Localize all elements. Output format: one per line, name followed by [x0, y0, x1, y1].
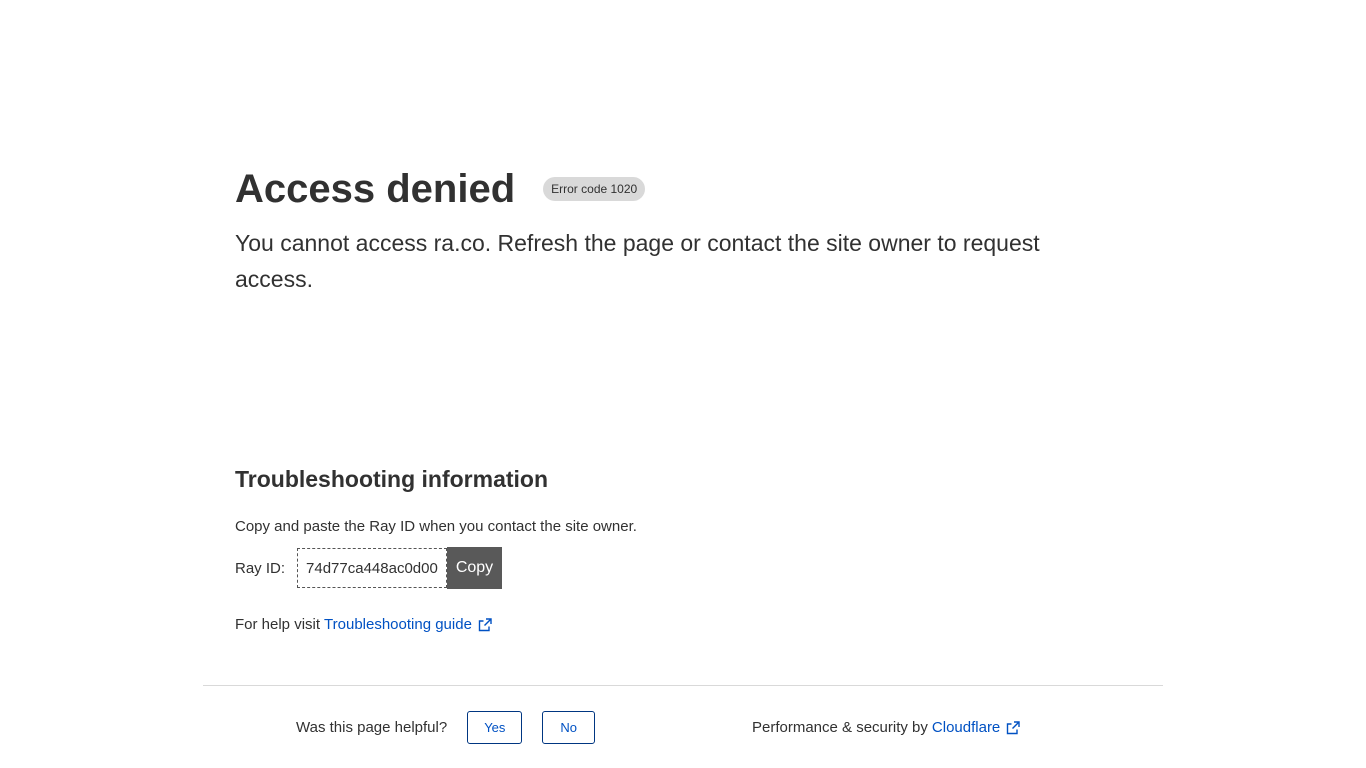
troubleshooting-heading: Troubleshooting information	[235, 466, 549, 492]
ray-id-label: Ray ID:	[235, 559, 286, 577]
cloudflare-link-label: Cloudflare	[931, 719, 1001, 736]
ray-id-value[interactable]: 74d77ca448ac0d00	[297, 548, 447, 588]
external-link-icon	[1007, 720, 1020, 734]
error-page: Access denied Error code 1020 You cannot…	[0, 0, 1366, 768]
feedback-yes-button[interactable]: Yes	[467, 711, 523, 744]
copy-button[interactable]: Copy	[446, 547, 503, 589]
help-prefix: For help visit	[235, 616, 321, 633]
external-link-icon	[478, 617, 492, 631]
performance-prefix: Performance & security by	[752, 719, 928, 736]
feedback-section: Was this page helpful? Yes No	[296, 711, 596, 744]
footer-divider	[203, 685, 1163, 686]
cloudflare-link[interactable]: Cloudflare	[932, 719, 1020, 736]
help-row: For help visit Troubleshooting guide	[235, 616, 492, 633]
troubleshooting-guide-label: Troubleshooting guide	[324, 616, 472, 633]
error-description: You cannot access ra.co. Refresh the pag…	[235, 230, 1040, 292]
copy-hint: Copy and paste the Ray ID when you conta…	[235, 518, 637, 535]
feedback-question: Was this page helpful?	[296, 719, 448, 736]
performance-credit: Performance & security by Cloudflare	[752, 711, 1020, 744]
troubleshooting-guide-link[interactable]: Troubleshooting guide	[324, 616, 492, 633]
header-row: Access denied Error code 1020	[235, 166, 646, 212]
error-code-badge: Error code 1020	[543, 177, 646, 201]
page-title: Access denied	[235, 167, 516, 211]
feedback-no-button[interactable]: No	[542, 711, 596, 744]
ray-id-row: Ray ID: 74d77ca448ac0d00 Copy	[235, 547, 503, 589]
